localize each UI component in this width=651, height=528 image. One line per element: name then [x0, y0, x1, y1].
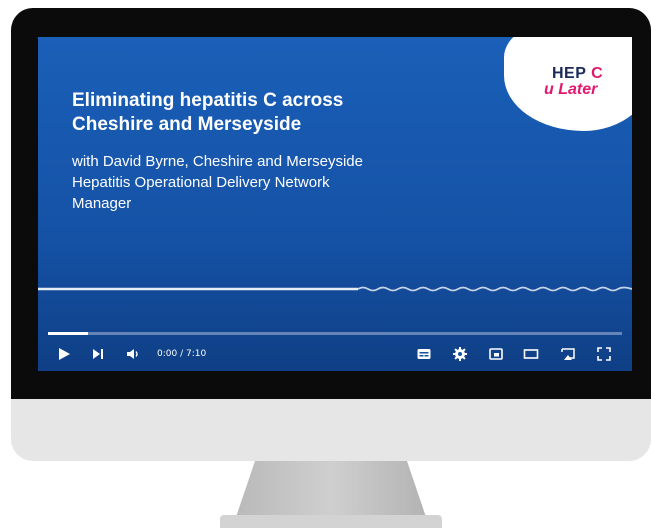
- play-icon[interactable]: [56, 346, 72, 362]
- monitor-mockup: HEP C u Later Eliminating hepatitis C ac…: [0, 0, 651, 528]
- cast-icon[interactable]: [560, 346, 576, 362]
- logo-hep-text: HEP: [552, 65, 587, 82]
- monitor-stand-base: [220, 515, 442, 528]
- volume-icon[interactable]: [125, 346, 141, 362]
- player-controls: 0:00 / 7:10: [38, 343, 632, 365]
- progress-bar-fill: [48, 332, 89, 335]
- logo-c-text: C: [591, 65, 604, 82]
- monitor-chin: [11, 399, 651, 461]
- video-subtitle: with David Byrne, Cheshire and Merseysid…: [72, 153, 363, 212]
- subtitles-icon[interactable]: [416, 346, 432, 362]
- progress-bar[interactable]: [48, 332, 622, 335]
- monitor-stand: [236, 461, 426, 517]
- next-icon[interactable]: [90, 346, 106, 362]
- logo-u-later: u Later: [544, 81, 598, 98]
- fullscreen-icon[interactable]: [596, 346, 612, 362]
- video-title: Eliminating hepatitis C across Cheshire …: [72, 90, 344, 135]
- audio-waveform: [38, 286, 632, 292]
- video-player[interactable]: HEP C u Later Eliminating hepatitis C ac…: [38, 37, 632, 371]
- miniplayer-icon[interactable]: [488, 346, 504, 362]
- time-display: 0:00 / 7:10: [157, 349, 207, 359]
- settings-gear-icon[interactable]: [452, 346, 468, 362]
- theater-mode-icon[interactable]: [523, 346, 539, 362]
